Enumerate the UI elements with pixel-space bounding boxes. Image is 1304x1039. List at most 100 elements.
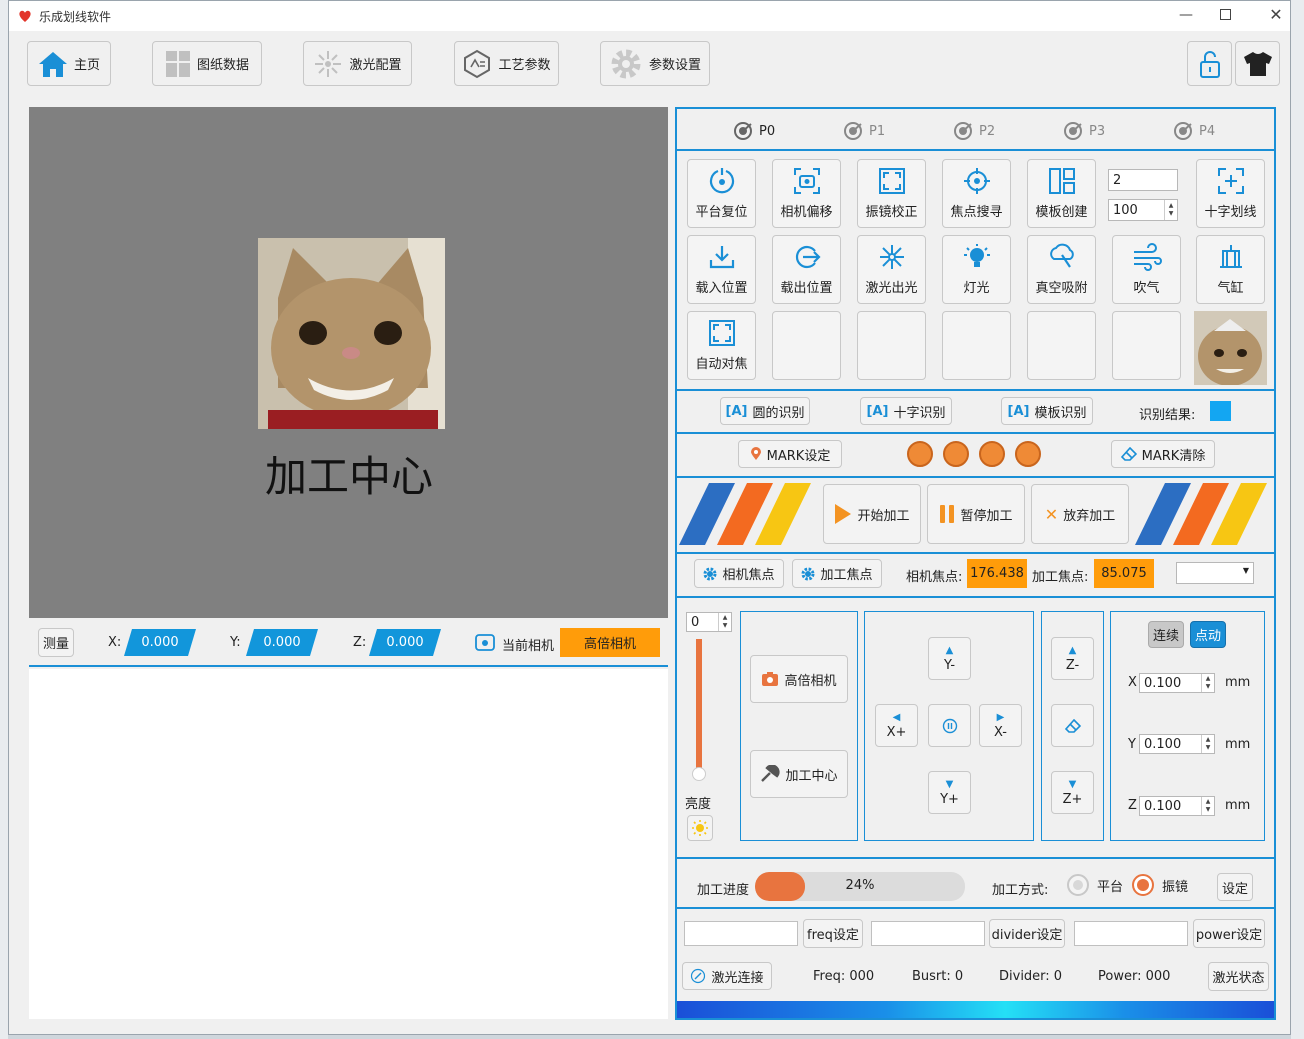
x-step-spinbox[interactable]: 0.100 ▲ ▼ <box>1139 673 1215 693</box>
tab-p2[interactable]: P2 <box>953 121 995 141</box>
empty-slot[interactable] <box>942 311 1011 380</box>
empty-slot[interactable] <box>1112 311 1181 380</box>
spin-arrows[interactable]: ▲ ▼ <box>1164 200 1177 220</box>
z-jog-panel: ▲ Z- ▼ Z+ <box>1041 611 1104 841</box>
cross-line-button[interactable]: 十字划线 <box>1196 159 1265 228</box>
x-minus-button[interactable]: ▶ X- <box>979 704 1022 747</box>
circle-recognition-button[interactable]: [A] 圆的识别 <box>720 397 810 425</box>
power-set-button[interactable]: power设定 <box>1193 919 1265 948</box>
measure-button[interactable]: 测量 <box>38 628 74 657</box>
focus-search-button[interactable]: 焦点搜寻 <box>942 159 1011 228</box>
divider-set-button[interactable]: divider设定 <box>989 919 1065 948</box>
blow-air-button[interactable]: 吹气 <box>1112 235 1181 304</box>
start-process-button[interactable]: 开始加工 <box>823 484 921 544</box>
process-params-button[interactable]: 工艺参数 <box>454 41 559 86</box>
y-minus-button[interactable]: ▲ Y- <box>928 637 971 680</box>
process-center-button[interactable]: 加工中心 <box>750 750 848 798</box>
laser-emit-button[interactable]: 激光出光 <box>857 235 926 304</box>
maximize-button[interactable] <box>1220 9 1231 20</box>
spin-arrows[interactable]: ▲ ▼ <box>1201 674 1214 692</box>
camera-offset-button[interactable]: 相机偏移 <box>772 159 841 228</box>
y-step-spinbox[interactable]: 0.100 ▲ ▼ <box>1139 734 1215 754</box>
vacuum-button[interactable]: 真空吸附 <box>1027 235 1096 304</box>
gear-icon <box>609 47 643 81</box>
tab-p4[interactable]: P4 <box>1173 121 1215 141</box>
y-plus-button[interactable]: ▼ Y+ <box>928 771 971 814</box>
stop-circle-icon <box>942 718 958 734</box>
continuous-mode-button[interactable]: 连续 <box>1148 621 1184 648</box>
freq-input[interactable] <box>684 921 798 946</box>
radio-unchecked-icon <box>1067 874 1089 896</box>
cross-count-input[interactable]: 2 <box>1108 169 1178 191</box>
camera-focus-button[interactable]: 相机焦点 <box>694 559 784 588</box>
template-create-button[interactable]: 模板创建 <box>1027 159 1096 228</box>
galvo-calibration-button[interactable]: 振镜校正 <box>857 159 926 228</box>
home-button[interactable]: 主页 <box>27 41 111 86</box>
process-focus-button[interactable]: 加工焦点 <box>792 559 882 588</box>
jog-mode-button[interactable]: 点动 <box>1190 621 1226 648</box>
background-window-left <box>0 0 8 1039</box>
z-clear-button[interactable] <box>1051 704 1094 747</box>
mark-clear-button[interactable]: MARK清除 <box>1111 440 1215 468</box>
process-mode-label: 加工方式: <box>992 883 1049 898</box>
brightness-button[interactable] <box>687 815 713 841</box>
cylinder-button[interactable]: 气缸 <box>1196 235 1265 304</box>
pause-process-button[interactable]: 暂停加工 <box>927 484 1025 544</box>
template-recognition-button[interactable]: [A] 模板识别 <box>1001 397 1093 425</box>
close-button[interactable]: ✕ <box>1264 5 1288 25</box>
light-button[interactable]: 灯光 <box>942 235 1011 304</box>
laser-connect-button[interactable]: 激光连接 <box>682 962 772 990</box>
spin-arrows[interactable]: ▲ ▼ <box>1201 735 1214 753</box>
mark-set-button[interactable]: MARK设定 <box>738 440 842 468</box>
empty-slot[interactable] <box>772 311 841 380</box>
x-plus-button[interactable]: ◀ X+ <box>875 704 918 747</box>
camera-offset-icon <box>793 167 821 195</box>
camera-select-panel: 高倍相机 加工中心 <box>740 611 858 841</box>
z-step-spinbox[interactable]: 0.100 ▲ ▼ <box>1139 796 1215 816</box>
skin-button[interactable] <box>1235 41 1280 86</box>
divider-input[interactable] <box>871 921 985 946</box>
camera-preview: 加工中心 <box>29 107 668 618</box>
param-settings-button[interactable]: 参数设置 <box>600 41 710 86</box>
tab-p3[interactable]: P3 <box>1063 121 1105 141</box>
platform-reset-button[interactable]: 平台复位 <box>687 159 756 228</box>
brightness-slider[interactable] <box>692 639 706 781</box>
brightness-slider-handle[interactable] <box>692 767 706 781</box>
cross-recognition-button[interactable]: [A] 十字识别 <box>860 397 952 425</box>
z-plus-button[interactable]: ▼ Z+ <box>1051 771 1094 814</box>
high-camera-button[interactable]: 高倍相机 <box>750 655 848 703</box>
cylinder-icon <box>1217 243 1245 271</box>
spin-arrows[interactable]: ▲ ▼ <box>718 613 731 631</box>
z-minus-button[interactable]: ▲ Z- <box>1051 637 1094 680</box>
focus-select-dropdown[interactable]: ▼ <box>1176 562 1254 584</box>
y-step-label: Y <box>1128 737 1136 752</box>
laser-status-button[interactable]: 激光状态 <box>1208 962 1269 991</box>
galvo-radio[interactable]: 振镜 <box>1132 874 1188 896</box>
load-position-button[interactable]: 载入位置 <box>687 235 756 304</box>
bulb-icon <box>963 243 991 271</box>
tab-p1[interactable]: P1 <box>843 121 885 141</box>
drawing-data-button[interactable]: 图纸数据 <box>152 41 262 86</box>
platform-radio[interactable]: 平台 <box>1067 874 1123 896</box>
abort-process-button[interactable]: ✕ 放弃加工 <box>1031 484 1129 544</box>
tab-p0[interactable]: P0 <box>733 121 775 141</box>
laser-config-button[interactable]: 激光配置 <box>303 41 412 86</box>
freq-set-button[interactable]: freq设定 <box>803 919 863 948</box>
power-input[interactable] <box>1074 921 1188 946</box>
window-title: 乐成划线软件 <box>39 10 112 24</box>
laser-spark-icon <box>878 243 906 271</box>
spin-arrows[interactable]: ▲ ▼ <box>1201 797 1214 815</box>
xy-stop-button[interactable] <box>928 704 971 747</box>
wind-icon <box>1132 243 1162 271</box>
unlock-button[interactable] <box>1187 41 1232 86</box>
unload-position-button[interactable]: 载出位置 <box>772 235 841 304</box>
y-step-unit: mm <box>1225 737 1251 752</box>
auto-focus-button[interactable]: 自动对焦 <box>687 311 756 380</box>
empty-slot[interactable] <box>1027 311 1096 380</box>
minimize-button[interactable]: — <box>1174 7 1198 25</box>
empty-slot[interactable] <box>857 311 926 380</box>
cross-length-spinbox[interactable]: 100 ▲ ▼ <box>1108 199 1178 221</box>
mark-indicator-4 <box>1015 441 1041 467</box>
mode-set-button[interactable]: 设定 <box>1217 873 1253 901</box>
brightness-spinbox[interactable]: 0 ▲ ▼ <box>686 612 732 632</box>
